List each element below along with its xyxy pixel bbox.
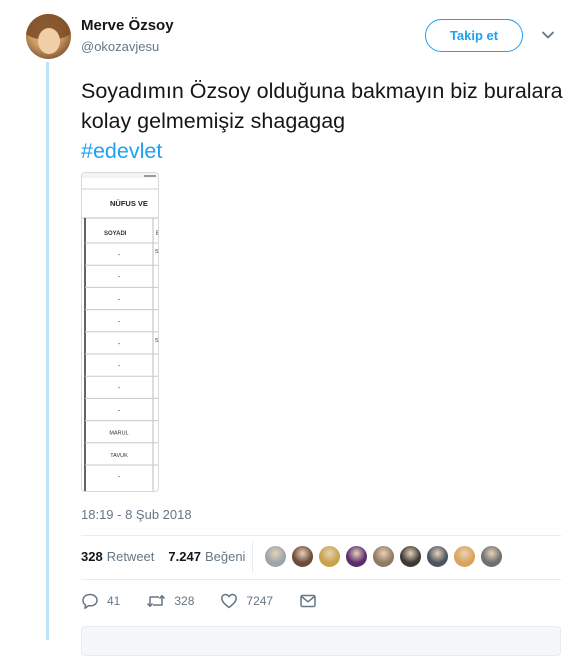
reply-button[interactable]: 41 <box>81 592 120 610</box>
hashtag-link[interactable]: #edevlet <box>81 139 162 163</box>
avatar-face <box>38 28 60 54</box>
table-cell: TAVUK <box>110 453 128 459</box>
retweet-label: Retweet <box>106 549 155 564</box>
tweet-actions: 41 328 7247 <box>81 592 351 610</box>
column-header: SOYADI <box>104 231 127 237</box>
liker-avatar[interactable] <box>291 545 314 568</box>
liker-avatar[interactable] <box>372 545 395 568</box>
heart-icon <box>221 593 238 609</box>
like-label: Beğeni <box>204 549 246 564</box>
liker-avatar[interactable] <box>318 545 341 568</box>
document-table: NÜFUS VE SOYADI E -S----S---MARULTAVUK- <box>82 173 159 491</box>
envelope-icon <box>300 594 316 608</box>
avatar[interactable] <box>26 14 71 59</box>
tweet-image[interactable]: NÜFUS VE SOYADI E -S----S---MARULTAVUK- <box>81 172 159 492</box>
retweet-button[interactable]: 328 <box>146 592 194 610</box>
like-action-count: 7247 <box>246 594 274 608</box>
tweet-body: Soyadımın Özsoy olduğuna bakmayın biz bu… <box>81 79 563 133</box>
column2-header: E <box>156 231 159 237</box>
liker-avatar[interactable] <box>264 545 287 568</box>
chevron-down-icon[interactable] <box>541 28 555 42</box>
author-handle[interactable]: @okozavjesu <box>81 39 159 54</box>
retweet-action-count: 328 <box>174 594 195 608</box>
like-count: 7.247 <box>168 549 201 564</box>
table-cell: MARUL <box>109 431 128 437</box>
document-header: NÜFUS VE <box>110 199 148 208</box>
stats-divider <box>252 541 253 573</box>
like-stat[interactable]: 7.247 Beğeni <box>168 549 245 564</box>
divider <box>81 579 561 580</box>
divider <box>81 535 561 536</box>
like-button[interactable]: 7247 <box>220 592 273 610</box>
table-side-cell: S <box>155 338 159 344</box>
follow-button[interactable]: Takip et <box>425 19 523 52</box>
liker-avatar[interactable] <box>426 545 449 568</box>
retweet-icon <box>147 594 166 608</box>
retweet-count: 328 <box>81 549 103 564</box>
liker-avatar[interactable] <box>453 545 476 568</box>
table-side-cell: S <box>155 249 159 255</box>
reply-icon <box>82 593 98 609</box>
retweet-stat[interactable]: 328 Retweet <box>81 549 154 564</box>
reply-input[interactable] <box>81 626 561 656</box>
tweet-text: Soyadımın Özsoy olduğuna bakmayın biz bu… <box>81 76 571 166</box>
author-name[interactable]: Merve Özsoy <box>81 17 174 34</box>
tweet-timestamp[interactable]: 18:19 - 8 Şub 2018 <box>81 507 192 522</box>
tweet-stats: 328 Retweet 7.247 Beğeni <box>81 549 259 564</box>
liker-avatar[interactable] <box>480 545 503 568</box>
liker-avatar[interactable] <box>399 545 422 568</box>
thread-line <box>46 62 49 640</box>
liker-avatars <box>264 545 507 568</box>
reply-count: 41 <box>107 594 121 608</box>
liker-avatar[interactable] <box>345 545 368 568</box>
message-button[interactable] <box>299 593 325 609</box>
